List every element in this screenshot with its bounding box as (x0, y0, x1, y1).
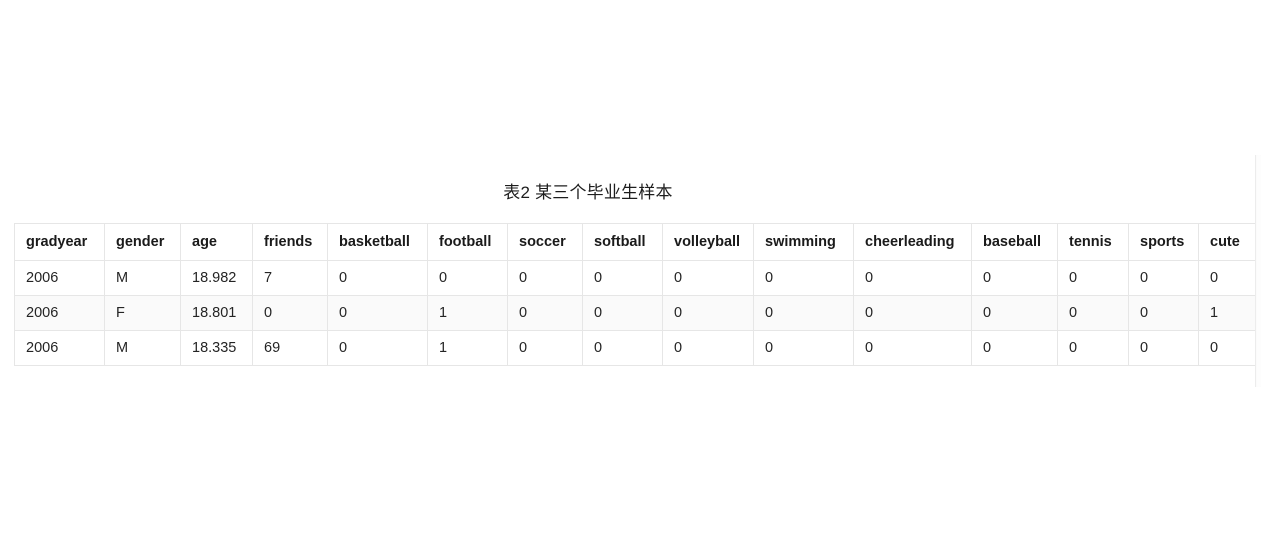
cell-volleyball: 0 (662, 330, 754, 366)
cell-tennis: 0 (1057, 330, 1129, 366)
cell-basketball: 0 (327, 330, 428, 366)
cell-cheerleading: 0 (853, 260, 972, 296)
cell-softball: 0 (582, 295, 663, 331)
cell-football: 1 (427, 330, 508, 366)
cell-gradyear: 2006 (14, 295, 105, 331)
cell-baseball: 0 (971, 330, 1058, 366)
cell-age: 18.335 (180, 330, 253, 366)
cell-gender: M (104, 260, 181, 296)
table-container: gradyear gender age friends basketball f… (14, 223, 1258, 366)
vertical-scrollbar-thumb[interactable] (1257, 155, 1261, 387)
vertical-scrollbar[interactable] (1255, 155, 1261, 387)
cell-cute: 1 (1198, 295, 1258, 331)
cell-age: 18.982 (180, 260, 253, 296)
cell-age: 18.801 (180, 295, 253, 331)
cell-friends: 7 (252, 260, 328, 296)
table-body: 2006 M 18.982 7 0 0 0 0 0 0 0 0 0 0 0 20… (14, 260, 1258, 366)
cell-tennis: 0 (1057, 295, 1129, 331)
cell-tennis: 0 (1057, 260, 1129, 296)
column-header-cheerleading: cheerleading (853, 223, 972, 261)
cell-cheerleading: 0 (853, 295, 972, 331)
cell-swimming: 0 (753, 330, 854, 366)
column-header-tennis: tennis (1057, 223, 1129, 261)
cell-gradyear: 2006 (14, 260, 105, 296)
column-header-gender: gender (104, 223, 181, 261)
cell-friends: 69 (252, 330, 328, 366)
cell-baseball: 0 (971, 295, 1058, 331)
cell-swimming: 0 (753, 260, 854, 296)
column-header-gradyear: gradyear (14, 223, 105, 261)
column-header-football: football (427, 223, 508, 261)
table-caption: 表2 某三个毕业生样本 (503, 183, 673, 202)
cell-soccer: 0 (507, 330, 583, 366)
cell-basketball: 0 (327, 295, 428, 331)
column-header-soccer: soccer (507, 223, 583, 261)
cell-friends: 0 (252, 295, 328, 331)
cell-gender: F (104, 295, 181, 331)
graduates-sample-table: gradyear gender age friends basketball f… (14, 223, 1258, 366)
cell-sports: 0 (1128, 330, 1199, 366)
cell-swimming: 0 (753, 295, 854, 331)
cell-cheerleading: 0 (853, 330, 972, 366)
table-header-row: gradyear gender age friends basketball f… (14, 223, 1258, 261)
cell-basketball: 0 (327, 260, 428, 296)
cell-gradyear: 2006 (14, 330, 105, 366)
column-header-baseball: baseball (971, 223, 1058, 261)
column-header-softball: softball (582, 223, 663, 261)
cell-soccer: 0 (507, 260, 583, 296)
column-header-basketball: basketball (327, 223, 428, 261)
cell-softball: 0 (582, 260, 663, 296)
table-row: 2006 F 18.801 0 0 1 0 0 0 0 0 0 0 0 1 (14, 295, 1258, 331)
cell-football: 0 (427, 260, 508, 296)
cell-gender: M (104, 330, 181, 366)
column-header-sports: sports (1128, 223, 1199, 261)
table-header: gradyear gender age friends basketball f… (14, 223, 1258, 261)
cell-softball: 0 (582, 330, 663, 366)
cell-soccer: 0 (507, 295, 583, 331)
column-header-swimming: swimming (753, 223, 854, 261)
cell-sports: 0 (1128, 295, 1199, 331)
cell-volleyball: 0 (662, 295, 754, 331)
cell-volleyball: 0 (662, 260, 754, 296)
cell-cute: 0 (1198, 260, 1258, 296)
page-viewport: 表2 某三个毕业生样本 gradyear gender age friends … (0, 0, 1261, 538)
cell-sports: 0 (1128, 260, 1199, 296)
column-header-cute: cute (1198, 223, 1258, 261)
cell-baseball: 0 (971, 260, 1058, 296)
column-header-age: age (180, 223, 253, 261)
table-row: 2006 M 18.335 69 0 1 0 0 0 0 0 0 0 0 0 (14, 330, 1258, 366)
cell-football: 1 (427, 295, 508, 331)
table-row: 2006 M 18.982 7 0 0 0 0 0 0 0 0 0 0 0 (14, 260, 1258, 296)
cell-cute: 0 (1198, 330, 1258, 366)
column-header-friends: friends (252, 223, 328, 261)
column-header-volleyball: volleyball (662, 223, 754, 261)
